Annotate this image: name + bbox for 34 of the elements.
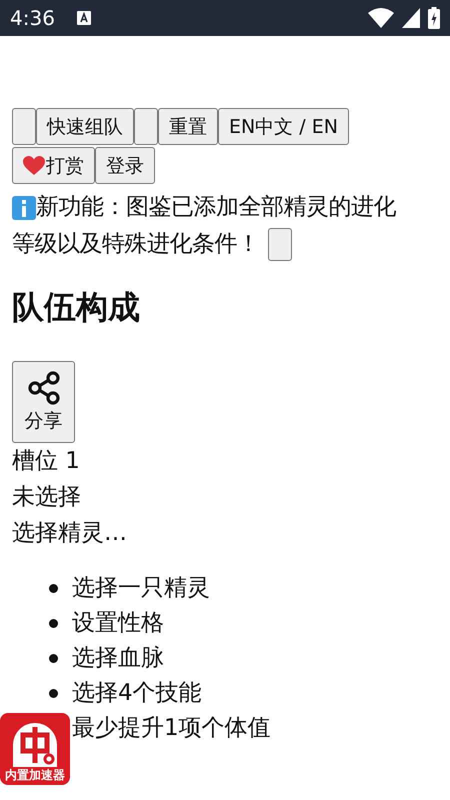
empty-button[interactable] (268, 228, 292, 261)
bullet (49, 619, 58, 628)
widget-label: 内置加速器 (5, 767, 65, 783)
keyboard-notification-icon (76, 11, 91, 25)
donate-button[interactable]: 打赏 (12, 147, 95, 184)
toolbar-button[interactable]: EN中文 / EN (218, 108, 349, 145)
toolbar-button[interactable]: 快速组队 (36, 108, 134, 145)
step-text: 设置性格 (72, 609, 164, 638)
step-text: 选择血脉 (72, 644, 164, 673)
info-icon (12, 196, 36, 220)
bullet (49, 584, 58, 593)
select-prompt: 选择精灵… (12, 519, 128, 548)
section-title: 队伍构成 (12, 287, 141, 328)
bullet (49, 654, 58, 663)
step-text: 最少提升1项个体值 (72, 714, 271, 743)
wifi-icon (368, 8, 394, 28)
empty-button[interactable] (12, 108, 36, 145)
toolbar-button[interactable]: 重置 (158, 108, 218, 145)
empty-button[interactable] (134, 108, 158, 145)
toolbar-button[interactable]: 登录 (95, 147, 155, 184)
step-text: 选择4个技能 (72, 679, 202, 708)
notice-text: 新功能：图鉴已添加全部精灵的进化 (36, 193, 396, 222)
accelerator-widget[interactable]: 内置加速器 (0, 713, 70, 785)
slot-status: 未选择 (12, 483, 82, 512)
share-button[interactable]: 分享 (12, 361, 75, 443)
bullet (49, 689, 58, 698)
share-icon (26, 370, 62, 406)
clock: 4:36 (10, 6, 55, 30)
slot-title: 槽位 1 (12, 447, 81, 476)
notice-text: 等级以及特殊进化条件！ (12, 230, 260, 259)
battery-icon (428, 7, 440, 29)
heart-icon (23, 156, 45, 176)
signal-icon (402, 8, 420, 28)
step-text: 选择一只精灵 (72, 574, 210, 603)
